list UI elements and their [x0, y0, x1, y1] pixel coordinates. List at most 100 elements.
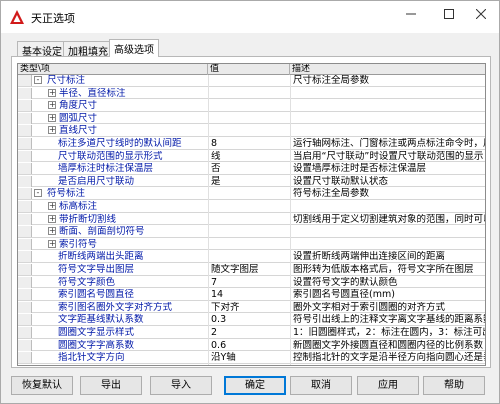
property-row[interactable]: + 直线尺寸 [18, 125, 485, 137]
expand-icon[interactable]: + [48, 88, 56, 97]
collapse-icon[interactable]: - [34, 76, 42, 84]
close-icon [476, 9, 486, 19]
row-value[interactable]: 下对齐 [211, 302, 289, 313]
row-value[interactable]: 8 [211, 138, 289, 149]
row-value[interactable] [211, 226, 289, 237]
category-row[interactable]: - 符号标注 符号标注全局参数 [18, 188, 485, 200]
row-value[interactable] [211, 125, 289, 136]
tab-bold-fill[interactable]: 加粗填充 [63, 41, 113, 58]
row-header [18, 264, 32, 275]
close-button[interactable] [463, 1, 499, 27]
expand-icon[interactable]: + [48, 227, 56, 236]
property-row[interactable]: + 圆弧尺寸 [18, 112, 485, 125]
row-value[interactable]: 是 [211, 176, 289, 187]
help-button[interactable]: 帮助 [423, 376, 485, 395]
row-header [18, 112, 32, 124]
row-description: 设置墙厚标注时是否标注保温层 [293, 163, 427, 175]
property-row[interactable]: 索引圆名号圆直径 14 索引圆名号圆直径(mm) [18, 289, 485, 301]
minimize-button[interactable] [393, 1, 429, 27]
row-value[interactable] [211, 113, 289, 124]
row-header [18, 301, 32, 313]
row-value[interactable]: 2 [211, 327, 289, 338]
row-header [18, 339, 32, 351]
property-row[interactable]: + 带折断切割线 切割线用于定义切割建筑对象的范围，同时可以 [18, 213, 485, 226]
import-button[interactable]: 导入 [150, 376, 212, 395]
row-value[interactable] [211, 251, 289, 262]
row-value[interactable] [211, 88, 289, 99]
tab-basic-settings[interactable]: 基本设定 [17, 41, 67, 58]
row-value[interactable]: 7 [211, 277, 289, 288]
column-divider-description [290, 75, 291, 365]
tab-advanced-options[interactable]: 高级选项 [109, 39, 159, 57]
maximize-button[interactable] [431, 1, 467, 27]
header-value[interactable]: 值 [208, 64, 290, 75]
row-value[interactable]: 0.6 [211, 340, 289, 351]
row-value[interactable] [211, 201, 289, 212]
property-row[interactable]: + 半径、直径标注 [18, 87, 485, 100]
property-row[interactable]: 指北针文字方向 沿Y轴 控制指北针的文字是沿半径方向指向圆心还是垂 [18, 352, 485, 364]
row-description: 图形转为低版本格式后，符号文字所在图层 [293, 264, 474, 275]
row-label: 符号文字导出图层 [58, 264, 135, 275]
row-label: 折断线两端出头距离 [58, 251, 144, 263]
property-row[interactable]: 尺寸联动范围的显示形式 线当启用“尺寸联动”时设置尺寸联动范围的显示 [18, 150, 485, 163]
header-description[interactable]: 描述 [290, 64, 485, 75]
property-row[interactable]: 圆圈文字字高系数 0.6 新圆圈文字外接圆直径和圆圈内径的比例系数 [18, 339, 485, 352]
apply-button[interactable]: 应用 [357, 376, 419, 395]
row-header [18, 87, 32, 99]
row-value[interactable] [211, 239, 289, 250]
row-label: 标高标注 [59, 201, 98, 212]
export-button[interactable]: 导出 [80, 376, 142, 395]
row-header [18, 289, 32, 301]
property-row[interactable]: 折断线两端出头距离 设置折断线两端伸出连接区间的距离 [18, 251, 485, 263]
property-row[interactable]: + 索引符号 [18, 238, 485, 251]
property-row[interactable]: 符号文字导出图层 随文字图层 图形转为低版本格式后，符号文字所在图层 [18, 264, 485, 276]
minimize-icon [406, 13, 416, 15]
property-grid[interactable]: 类型\项 值 描述 - 尺寸标注 尺寸标注全局参数 + 半径、直径标注 + 角度尺寸 + 圆弧尺… [17, 63, 486, 366]
row-value[interactable]: 沿Y轴 [211, 352, 289, 363]
property-row[interactable]: + 标高标注 [18, 201, 485, 213]
row-header [18, 125, 32, 137]
expand-icon[interactable]: + [48, 126, 56, 135]
row-description [293, 100, 485, 111]
row-value[interactable]: 随文字图层 [211, 264, 289, 275]
row-value[interactable] [211, 188, 289, 199]
row-value[interactable] [211, 75, 289, 86]
column-divider-value [208, 75, 209, 365]
row-value[interactable] [211, 100, 289, 111]
property-row[interactable]: 文字距基线默认系数 0.3 符号引出线上的注释文字离文字基线的距离系数 [18, 314, 485, 326]
row-label: 断面、剖面剖切符号 [59, 226, 145, 238]
title-bar[interactable]: 天正选项 [1, 1, 499, 33]
row-header [18, 213, 32, 225]
property-row[interactable]: 圆圈文字显示样式 2 1：旧圆圈样式，2：标注在圆内，3：标注可出圈，作 [18, 327, 485, 339]
expand-icon[interactable]: + [48, 214, 56, 223]
row-value[interactable] [211, 214, 289, 225]
autocad-app-icon [10, 10, 24, 24]
collapse-icon[interactable]: - [34, 189, 42, 198]
row-value[interactable]: 线 [211, 151, 289, 162]
property-row[interactable]: 墙厚标注时标注保温层 否设置墙厚标注时是否标注保温层 [18, 163, 485, 175]
property-row[interactable]: + 断面、剖面剖切符号 [18, 226, 485, 238]
property-row[interactable]: 是否启用尺寸联动 是设置尺寸联动默认状态 [18, 175, 485, 188]
row-label: 半径、直径标注 [59, 87, 126, 99]
row-label: 索引图名圈外文字对齐方式 [58, 301, 173, 313]
property-row[interactable]: 符号文字颜色 7 设置符号文字的默认颜色 [18, 276, 485, 289]
property-row[interactable]: + 角度尺寸 [18, 100, 485, 112]
expand-icon[interactable]: + [48, 101, 56, 110]
cancel-button[interactable]: 取消 [290, 376, 352, 395]
restore-defaults-button[interactable]: 恢复默认 [11, 376, 73, 395]
row-header [18, 251, 32, 263]
expand-icon[interactable]: + [48, 239, 56, 248]
row-value[interactable]: 0.3 [211, 314, 289, 325]
row-label: 直线尺寸 [59, 125, 98, 137]
ok-button[interactable]: 确定 [224, 376, 286, 395]
row-value[interactable]: 14 [211, 289, 289, 300]
expand-icon[interactable]: + [48, 202, 56, 210]
header-type-item[interactable]: 类型\项 [18, 64, 208, 75]
property-row[interactable]: 标注多道尺寸线时的默认间距 8 运行轴网标注、门窗标注或两点标注命令时，用 [18, 138, 485, 150]
row-label: 标注多道尺寸线时的默认间距 [58, 138, 182, 149]
expand-icon[interactable]: + [48, 113, 56, 122]
row-value[interactable]: 否 [211, 163, 289, 174]
row-description: 设置折断线两端伸出连接区间的距离 [293, 251, 446, 263]
property-row[interactable]: 索引图名圈外文字对齐方式 下对齐 圈外文字相对于索引圆圈的对齐方式 [18, 301, 485, 314]
category-row[interactable]: - 尺寸标注 尺寸标注全局参数 [18, 75, 485, 87]
